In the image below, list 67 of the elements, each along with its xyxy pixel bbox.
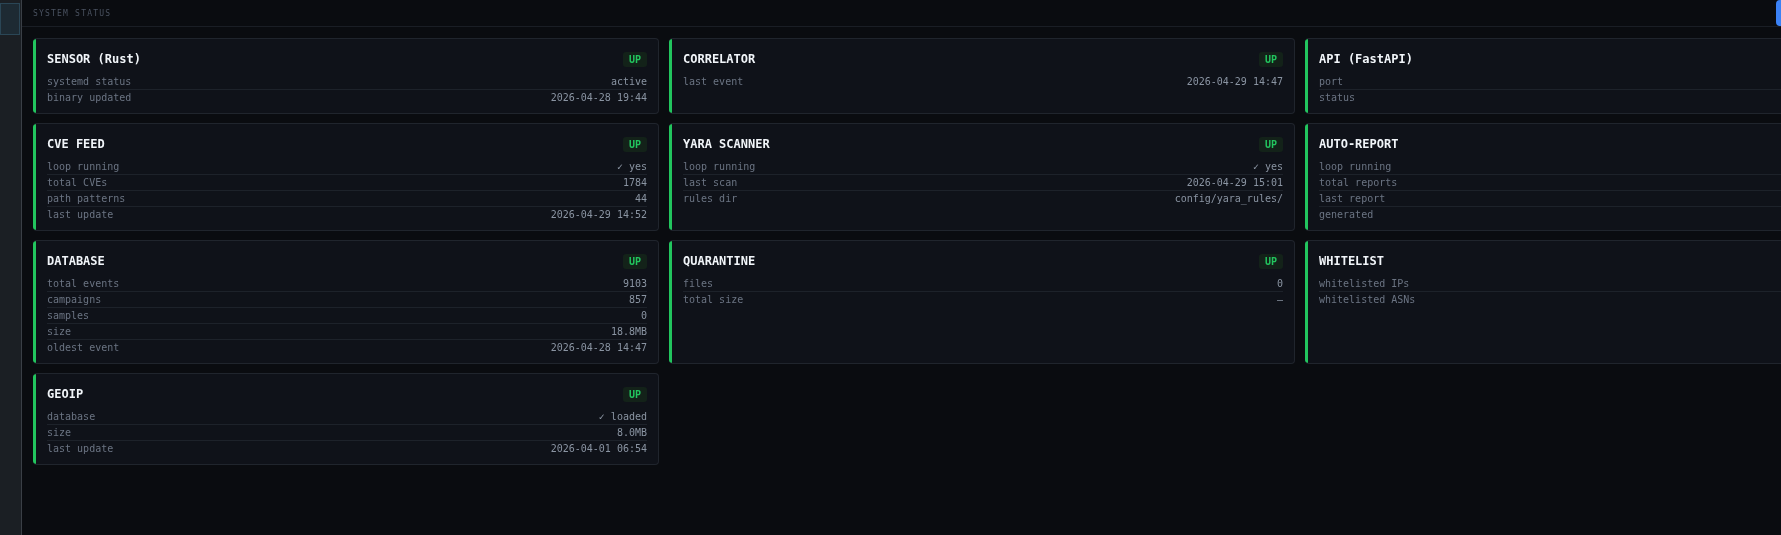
field-label: whitelisted IPs: [1319, 277, 1410, 291]
field-label: database: [47, 410, 96, 424]
field-label: total CVEs: [47, 176, 108, 190]
card-title: CORRELATOR: [683, 52, 756, 66]
field-value: 9103: [622, 277, 647, 291]
field-label: loop running: [683, 160, 756, 174]
field-value: 8.0MB: [616, 426, 647, 440]
card-title: GEOIP: [47, 387, 84, 401]
field-value: 44: [634, 192, 647, 206]
status-badge: UP: [1258, 51, 1283, 67]
field-value: 18.8MB: [610, 325, 647, 339]
field-label: files: [683, 277, 714, 291]
card-title: SENSOR (Rust): [47, 52, 141, 66]
field-label: size: [47, 325, 72, 339]
status-badge: UP: [622, 253, 647, 269]
card-title: QUARANTINE: [683, 254, 756, 268]
status-badge: UP: [622, 136, 647, 152]
field-value: 1784: [622, 176, 647, 190]
field-label: path patterns: [47, 192, 126, 206]
card-title: AUTO-REPORT: [1319, 137, 1399, 151]
field-label: oldest event: [47, 341, 120, 355]
status-badge: UP: [622, 386, 647, 402]
field-label: last report: [1319, 192, 1386, 206]
field-value: 2026-04-29 14:47: [1186, 75, 1283, 89]
field-value: config/yara_rules/: [1174, 192, 1283, 206]
field-value: —: [1276, 293, 1283, 307]
field-value: 2026-04-28 14:47: [550, 341, 647, 355]
field-value: 857: [628, 293, 647, 307]
field-value: 2026-04-01 06:54: [550, 442, 647, 456]
card-title: CVE FEED: [47, 137, 105, 151]
field-label: port: [1319, 75, 1344, 89]
field-label: total reports: [1319, 176, 1398, 190]
field-label: rules dir: [683, 192, 738, 206]
field-label: last event: [683, 75, 744, 89]
status-badge: UP: [1258, 136, 1283, 152]
field-label: whitelisted ASNs: [1319, 293, 1416, 307]
field-label: samples: [47, 309, 90, 323]
section-title: SYSTEM STATUS: [33, 8, 112, 18]
field-value: 2026-04-29 14:52: [550, 208, 647, 222]
field-label: size: [47, 426, 72, 440]
field-label: binary updated: [47, 91, 132, 105]
field-label: status: [1319, 91, 1356, 105]
field-label: generated: [1319, 208, 1374, 222]
field-label: systemd status: [47, 75, 132, 89]
field-label: total size: [683, 293, 744, 307]
field-value: ✓ yes: [616, 160, 647, 174]
field-value: 0: [1276, 277, 1283, 291]
card-title: API (FastAPI): [1319, 52, 1413, 66]
field-value: 2026-04-28 19:44: [550, 91, 647, 105]
card-title: YARA SCANNER: [683, 137, 770, 151]
field-value: 2026-04-29 15:01: [1186, 176, 1283, 190]
card-title: WHITELIST: [1319, 254, 1385, 268]
field-value: ✓ yes: [1252, 160, 1283, 174]
card-title: DATABASE: [47, 254, 105, 268]
field-label: loop running: [1319, 160, 1392, 174]
button[interactable]: [1776, 0, 1781, 26]
field-label: last update: [47, 442, 114, 456]
status-badge: UP: [622, 51, 647, 67]
field-label: last scan: [683, 176, 738, 190]
field-label: campaigns: [47, 293, 102, 307]
field-label: total events: [47, 277, 120, 291]
field-value: active: [610, 75, 647, 89]
field-label: last update: [47, 208, 114, 222]
status-badge: UP: [1258, 253, 1283, 269]
field-value: ✓ loaded: [598, 410, 647, 424]
field-label: loop running: [47, 160, 120, 174]
field-value: 0: [640, 309, 647, 323]
